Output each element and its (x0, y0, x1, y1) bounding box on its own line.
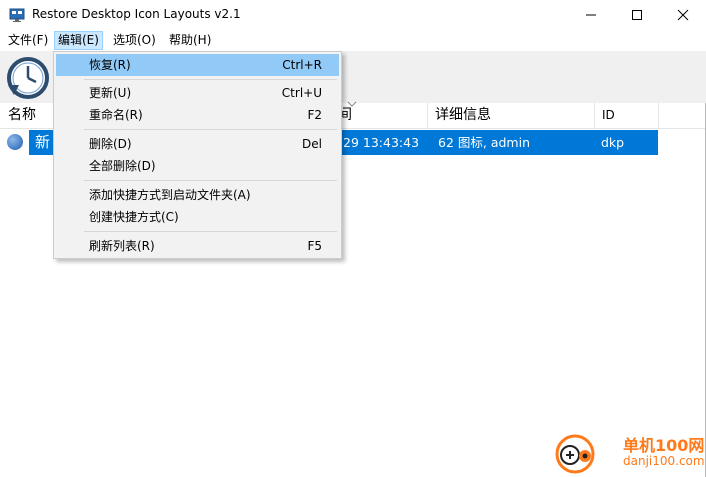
menu-item-rename[interactable]: 重命名(R) F2 (56, 104, 339, 126)
menu-separator (84, 129, 337, 130)
plus-circle-logo-icon (555, 434, 595, 474)
menu-edit[interactable]: 编辑(E) (54, 31, 103, 50)
column-header-id[interactable]: ID (594, 103, 658, 128)
menu-file[interactable]: 文件(F) (5, 31, 51, 50)
clock-restore-icon[interactable] (4, 55, 50, 101)
column-separator[interactable] (658, 103, 659, 128)
close-button[interactable] (660, 0, 706, 30)
column-header-time[interactable]: 间 (330, 103, 426, 128)
menu-item-create-shortcut[interactable]: 创建快捷方式(C) (56, 206, 339, 228)
menu-item-refresh-list[interactable]: 刷新列表(R) F5 (56, 235, 339, 257)
menu-bar: 文件(F) 编辑(E) 选项(O) 帮助(H) (0, 30, 706, 51)
menu-item-restore[interactable]: 恢复(R) Ctrl+R (56, 54, 339, 76)
column-header-details[interactable]: 详细信息 (427, 103, 594, 128)
monitor-icon (9, 8, 25, 22)
sort-arrow-icon (347, 101, 357, 107)
row-time: 29 13:43:43 (343, 135, 420, 150)
menu-separator (84, 231, 337, 232)
row-details: 62 图标, admin (438, 135, 530, 150)
maximize-icon (632, 10, 642, 20)
minimize-button[interactable] (568, 0, 614, 30)
menu-item-update[interactable]: 更新(U) Ctrl+U (56, 82, 339, 104)
menu-help[interactable]: 帮助(H) (166, 31, 214, 50)
close-icon (677, 9, 689, 21)
maximize-button[interactable] (614, 0, 660, 30)
edit-menu-dropdown: 恢复(R) Ctrl+R 更新(U) Ctrl+U 重命名(R) F2 删除(D… (53, 51, 342, 259)
window-title: Restore Desktop Icon Layouts v2.1 (32, 7, 241, 21)
menu-separator (84, 180, 337, 181)
app-window: Restore Desktop Icon Layouts v2.1 文件(F) … (0, 0, 706, 477)
menu-separator (84, 79, 337, 80)
title-bar[interactable]: Restore Desktop Icon Layouts v2.1 (0, 0, 706, 30)
menu-item-delete[interactable]: 删除(D) Del (56, 133, 339, 155)
menu-item-delete-all[interactable]: 全部删除(D) (56, 155, 339, 177)
menu-item-add-to-startup[interactable]: 添加快捷方式到启动文件夹(A) (56, 184, 339, 206)
layout-globe-icon (7, 134, 23, 150)
row-id: dkp (601, 135, 625, 150)
watermark: 单机100网 danji100.com (555, 432, 705, 477)
watermark-title: 单机100网 (623, 436, 705, 455)
menu-options[interactable]: 选项(O) (110, 31, 159, 50)
minimize-icon (586, 14, 596, 16)
watermark-url: danji100.com (623, 454, 705, 468)
row-name: 新 (35, 133, 51, 151)
